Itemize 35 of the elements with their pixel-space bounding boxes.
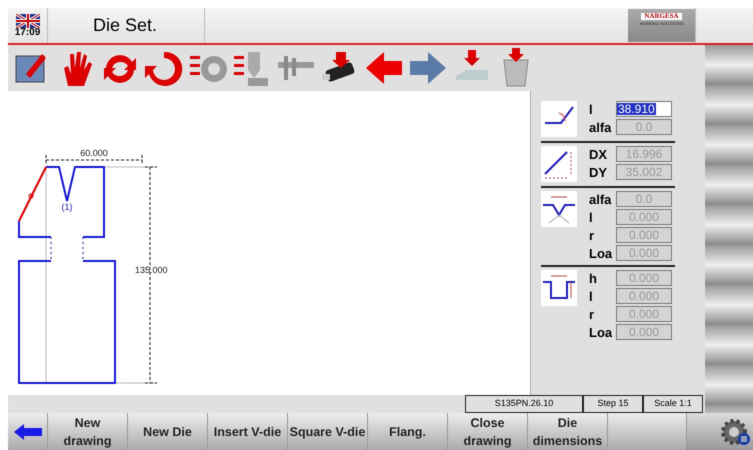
height-dimension: 135.000 bbox=[135, 265, 168, 275]
status-field: Scale 1:1 bbox=[643, 395, 703, 413]
value-field[interactable]: 38.910 bbox=[616, 101, 672, 117]
settings-icon[interactable] bbox=[721, 416, 751, 446]
square-channel-icon bbox=[541, 270, 577, 306]
field-label: alfa bbox=[589, 120, 612, 134]
field-label: Loa bbox=[589, 326, 614, 338]
field-label: alfa bbox=[589, 192, 612, 206]
left-arrow-icon bbox=[14, 424, 42, 440]
v-die-label: (1) bbox=[62, 202, 72, 212]
function-button[interactable]: Close drawing bbox=[448, 413, 528, 450]
field-label: DY bbox=[589, 166, 608, 178]
field-label: l bbox=[589, 210, 594, 224]
width-dimension: 60.000 bbox=[80, 148, 108, 158]
function-button[interactable]: New drawing bbox=[48, 413, 128, 450]
status-field: S135PN.26.10 bbox=[465, 395, 583, 413]
back-button[interactable] bbox=[8, 413, 48, 450]
field-label: h bbox=[589, 272, 598, 284]
field-label: r bbox=[589, 308, 596, 320]
field-label: r bbox=[589, 228, 596, 242]
field-label: Loa bbox=[589, 246, 614, 260]
screen-title: Die Set. bbox=[93, 14, 158, 37]
function-button[interactable]: Insert V-die bbox=[208, 413, 288, 450]
field-label: l bbox=[589, 102, 594, 116]
flag-icon[interactable] bbox=[16, 14, 40, 28]
clock-time: 17:09 bbox=[14, 28, 40, 38]
field-label: l bbox=[589, 290, 594, 302]
v-groove-icon bbox=[541, 191, 577, 227]
status-field: Step 15 bbox=[583, 395, 643, 413]
function-button[interactable]: New Die bbox=[128, 413, 208, 450]
function-button[interactable]: Die dimensions bbox=[528, 413, 608, 450]
slope-dx-dy-icon bbox=[541, 146, 577, 182]
function-button[interactable]: Flang. bbox=[368, 413, 448, 450]
function-button[interactable]: Square V-die bbox=[288, 413, 368, 450]
field-label: DX bbox=[589, 148, 608, 160]
